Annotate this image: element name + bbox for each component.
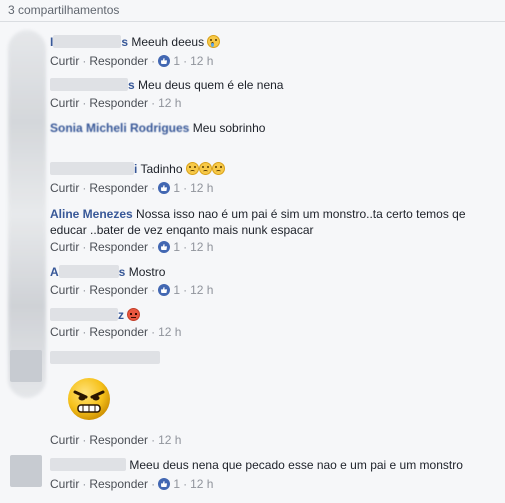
redacted-name xyxy=(53,35,122,48)
comment-text: Meeu deus nena que pecado esse nao e um … xyxy=(129,458,463,472)
timestamp[interactable]: 12 h xyxy=(158,433,181,447)
redacted-name xyxy=(50,351,160,364)
comment-2: s Meu deus quem é ele nena xyxy=(50,77,497,93)
like-count-icon[interactable] xyxy=(158,55,171,67)
timestamp[interactable]: 12 h xyxy=(190,283,213,297)
shares-bar: 3 compartilhamentos xyxy=(0,0,505,22)
redacted-name xyxy=(50,162,134,175)
comment-text: Meeuh deeus xyxy=(131,35,205,49)
timestamp[interactable]: 12 h xyxy=(190,240,213,254)
reply-link[interactable]: Responder xyxy=(89,477,148,491)
comment-6: As Mostro xyxy=(50,265,166,279)
comment-actions: Curtir · Responder · 1 · 12 h xyxy=(50,240,214,254)
comment-text: Mostro xyxy=(128,265,166,279)
reply-link[interactable]: Responder xyxy=(89,283,148,297)
like-count-icon[interactable] xyxy=(158,241,171,253)
comment-1: Is Meeuh deeus xyxy=(50,34,497,50)
angry-icon xyxy=(127,308,141,321)
tear-icon xyxy=(207,35,221,48)
comment-text: Meu sobrinho xyxy=(192,121,266,135)
worried-icon xyxy=(211,162,225,175)
comment-actions: Curtir · Responder · 1 · 12 h xyxy=(50,477,214,491)
avatar[interactable] xyxy=(10,350,42,382)
comment-author[interactable]: A xyxy=(50,265,59,279)
worried-icon xyxy=(198,162,212,175)
like-link[interactable]: Curtir xyxy=(50,433,79,447)
like-count-icon[interactable] xyxy=(158,284,171,296)
reply-link[interactable]: Responder xyxy=(89,96,148,110)
comment-actions: Curtir · Responder · 12 h xyxy=(50,96,182,110)
blurred-avatars xyxy=(8,30,46,398)
redacted-name xyxy=(50,78,128,91)
comment-text: Tadinho xyxy=(140,162,183,176)
comment-author[interactable]: Sonia Micheli Rodrigues xyxy=(50,121,189,135)
timestamp[interactable]: 12 h xyxy=(158,325,181,339)
reply-link[interactable]: Responder xyxy=(89,181,148,195)
like-link[interactable]: Curtir xyxy=(50,54,79,68)
reply-link[interactable]: Responder xyxy=(89,54,148,68)
like-count-icon[interactable] xyxy=(158,182,171,194)
like-count-icon[interactable] xyxy=(158,478,171,490)
reply-link[interactable]: Responder xyxy=(89,240,148,254)
comment-actions: Curtir · Responder · 1 · 12 h xyxy=(50,283,214,297)
timestamp[interactable]: 12 h xyxy=(190,181,213,195)
comment-9: Meeu deus nena que pecado esse nao e um … xyxy=(50,457,497,473)
timestamp[interactable]: 12 h xyxy=(158,96,181,110)
comment-actions: Curtir · Responder · 12 h xyxy=(50,325,182,339)
like-link[interactable]: Curtir xyxy=(50,283,79,297)
timestamp[interactable]: 12 h xyxy=(190,477,213,491)
comment-actions: Curtir · Responder · 1 · 12 h xyxy=(50,181,214,195)
comment-8 xyxy=(50,350,497,366)
like-link[interactable]: Curtir xyxy=(50,325,79,339)
comment-3: Sonia Micheli Rodrigues Meu sobrinho xyxy=(50,120,497,136)
comment-7: z xyxy=(50,307,497,323)
avatar[interactable] xyxy=(10,455,42,487)
like-link[interactable]: Curtir xyxy=(50,240,79,254)
like-link[interactable]: Curtir xyxy=(50,181,79,195)
comment-4: i Tadinho xyxy=(50,161,497,177)
redacted-name xyxy=(50,308,118,321)
comment-actions: Curtir · Responder · 1 · 12 h xyxy=(50,54,214,68)
comment-author[interactable]: Aline Menezes xyxy=(50,207,133,221)
redacted-name xyxy=(58,265,119,278)
angry-face-sticker[interactable] xyxy=(66,376,112,422)
reply-link[interactable]: Responder xyxy=(89,433,148,447)
reply-link[interactable]: Responder xyxy=(89,325,148,339)
shares-count[interactable]: 3 compartilhamentos xyxy=(8,3,119,17)
redacted-name xyxy=(50,458,126,471)
like-link[interactable]: Curtir xyxy=(50,477,79,491)
worried-icon xyxy=(185,162,199,175)
comment-actions: Curtir · Responder · 12 h xyxy=(50,433,182,447)
timestamp[interactable]: 12 h xyxy=(190,54,213,68)
like-link[interactable]: Curtir xyxy=(50,96,79,110)
comment-text: Meu deus quem é ele nena xyxy=(138,78,284,92)
comment-5: Aline Menezes Nossa isso nao é um pai é … xyxy=(50,206,497,238)
